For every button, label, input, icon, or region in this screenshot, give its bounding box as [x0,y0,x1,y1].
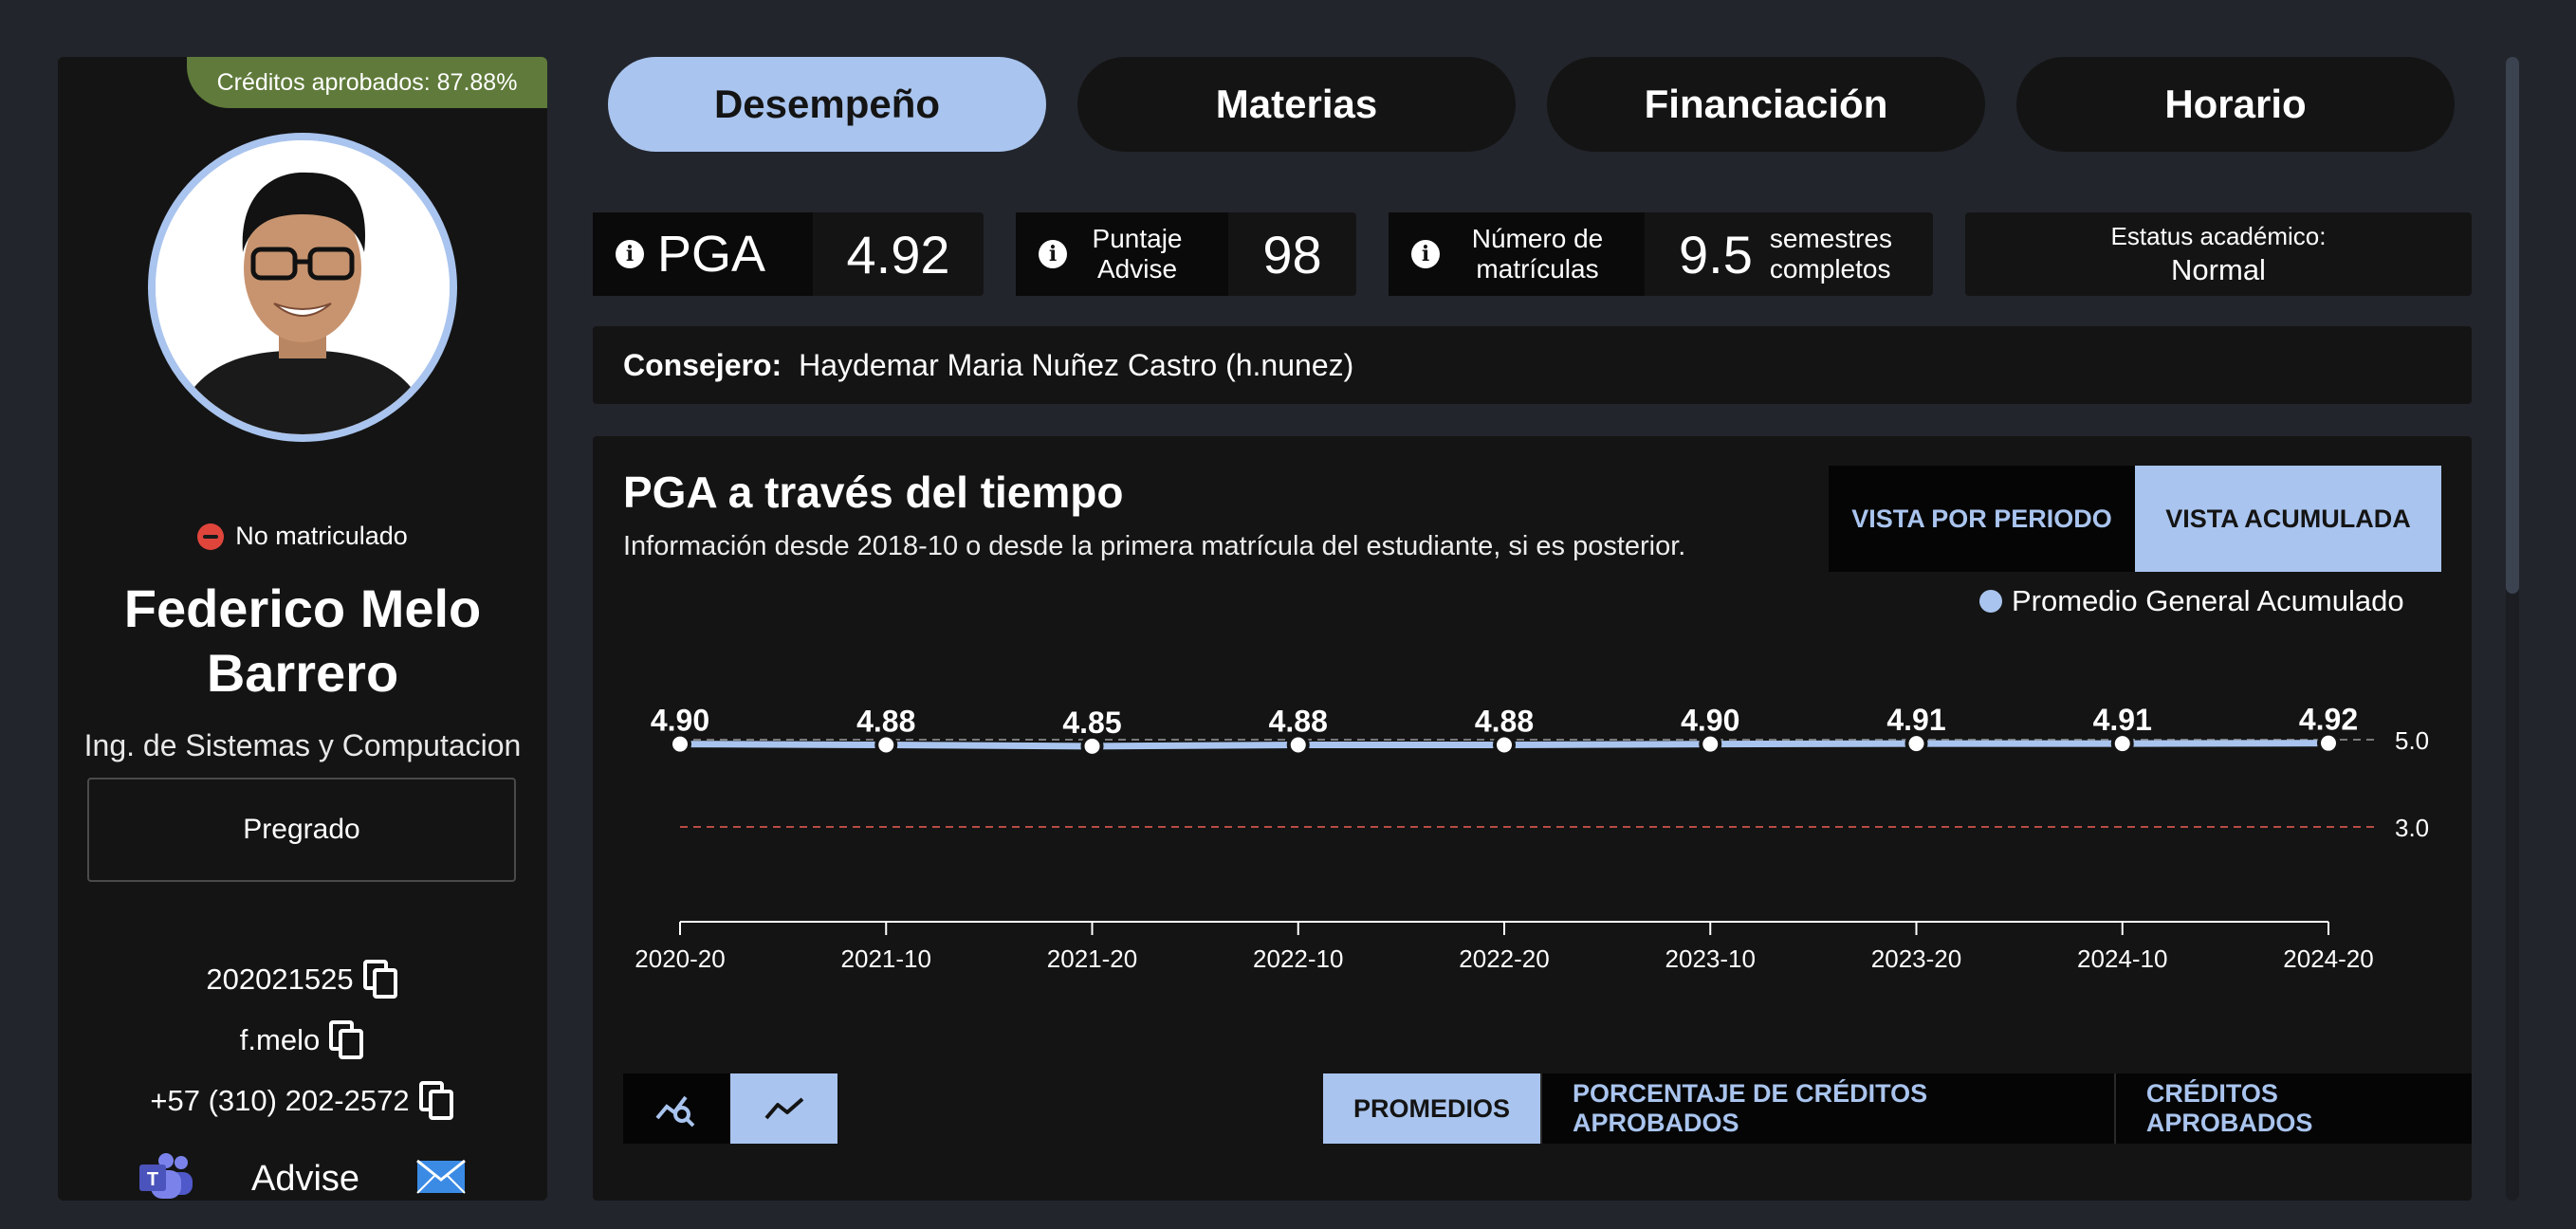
chart-zoom-icon [654,1095,694,1128]
copy-icon[interactable] [362,960,399,1000]
student-id: 202021525 [206,963,354,996]
contact-links: T Advise [58,1153,547,1201]
mail-icon[interactable] [416,1159,466,1199]
pga-label-cell: i PGA [593,212,813,296]
chart-tools [623,1073,837,1144]
info-icon[interactable]: i [1411,240,1440,268]
avatar [148,133,457,442]
advisor-bar: Consejero: Haydemar Maria Nuñez Castro (… [593,326,2472,404]
tab-materias[interactable]: Materias [1077,57,1516,152]
username: f.melo [239,1023,321,1056]
svg-text:T: T [147,1169,158,1190]
enrollment-status-label: No matriculado [235,522,408,550]
enrollments-label-cell: i Número de matrículas [1389,212,1645,296]
scrollbar-thumb[interactable] [2506,57,2519,594]
tab-horario[interactable]: Horario [2016,57,2455,152]
enrollments-card: i Número de matrículas 9.5 semestres com… [1389,212,1933,296]
data-label: 4.88 [1475,705,1534,739]
tab-desempeno[interactable]: Desempeño [608,57,1046,152]
credits-approved-banner: Créditos aprobados: 87.88% [187,57,547,108]
academic-status-value: Normal [2171,253,2266,286]
metric-tabs: PROMEDIOS PORCENTAJE DE CRÉDITOS APROBAD… [1323,1073,2472,1144]
x-tick-label: 2021-20 [1047,945,1137,973]
line-chart-icon [764,1097,803,1120]
reference-label: 3.0 [2395,814,2429,842]
student-program: Ing. de Sistemas y Computacion [83,728,522,762]
tab-financiacion[interactable]: Financiación [1547,57,1985,152]
pga-line-chart: 5.0 3.0 2020-20 2021-10 2021-20 2022-10 2022-2… [635,703,2429,973]
advise-score-label: Puntaje Advise [1092,224,1183,284]
info-icon[interactable]: i [616,240,644,268]
username-row: f.melo [58,1020,547,1060]
data-label: 4.88 [1269,705,1328,739]
x-tick-label: 2023-10 [1665,945,1756,973]
x-tick-label: 2021-10 [841,945,931,973]
advise-link[interactable]: Advise [251,1159,359,1200]
advise-score-label-cell: i Puntaje Advise [1016,212,1228,296]
student-profile-sidebar: Créditos aprobados: 87.88% No matriculad… [58,57,547,1201]
reference-label: 5.0 [2395,726,2429,755]
zoom-chart-button[interactable] [623,1073,730,1144]
data-label: 4.90 [651,704,709,738]
academic-level-label: Pregrado [243,814,360,845]
copy-icon[interactable] [418,1081,455,1121]
student-id-row: 202021525 [58,960,547,1000]
pga-chart-panel: PGA a través del tiempo Información desd… [593,436,2472,1201]
enrollments-value: 9.5 [1679,224,1753,284]
data-label: 4.90 [1681,704,1739,738]
advisor-label: Consejero: [623,347,782,382]
data-label: 4.91 [1886,703,1945,737]
enrollments-value-cell: 9.5 semestres completos [1645,212,1933,296]
x-tick-label: 2023-20 [1871,945,1961,973]
student-name: Federico Melo Barrero [123,578,482,703]
enrollment-status: No matriculado [58,522,547,551]
advisor-name: Haydemar Maria Nuñez Castro (h.nunez) [799,347,1354,382]
x-tick-label: 2024-20 [2283,945,2373,973]
pga-value: 4.92 [846,224,950,284]
data-label: 4.91 [2093,703,2152,737]
pga-label: PGA [657,226,766,283]
academic-status-card: Estatus académico: Normal [1965,212,2472,296]
advise-score-card: i Puntaje Advise 98 [1016,212,1356,296]
data-label: 4.85 [1062,706,1121,740]
data-label: 4.88 [856,705,915,739]
academic-level: Pregrado [87,778,516,882]
scrollbar[interactable] [2506,57,2519,1201]
not-enrolled-icon [197,523,225,550]
x-tick-label: 2022-10 [1253,945,1343,973]
phone-number: +57 (310) 202-2572 [150,1084,410,1117]
phone-row: +57 (310) 202-2572 [58,1081,547,1121]
metric-tab-promedios[interactable]: PROMEDIOS [1323,1073,1543,1144]
copy-icon[interactable] [329,1020,365,1060]
x-tick-label: 2022-20 [1459,945,1549,973]
metric-tab-creditos-aprobados[interactable]: CRÉDITOS APROBADOS [2115,1073,2472,1144]
academic-status-label: Estatus académico: [2110,222,2327,250]
advise-score-value: 98 [1262,224,1322,284]
x-tick-label: 2020-20 [635,945,725,973]
teams-icon[interactable]: T [138,1153,194,1201]
x-tick-label: 2024-10 [2077,945,2167,973]
enrollments-label: Número de matrículas [1471,224,1604,284]
enrollments-unit: semestres completos [1769,224,1893,284]
data-label: 4.92 [2299,703,2358,737]
info-icon[interactable]: i [1039,240,1067,268]
line-chart-button[interactable] [730,1073,837,1144]
metric-tab-porcentaje-creditos[interactable]: PORCENTAJE DE CRÉDITOS APROBADOS [1542,1073,2116,1144]
pga-card: i PGA 4.92 [593,212,984,296]
